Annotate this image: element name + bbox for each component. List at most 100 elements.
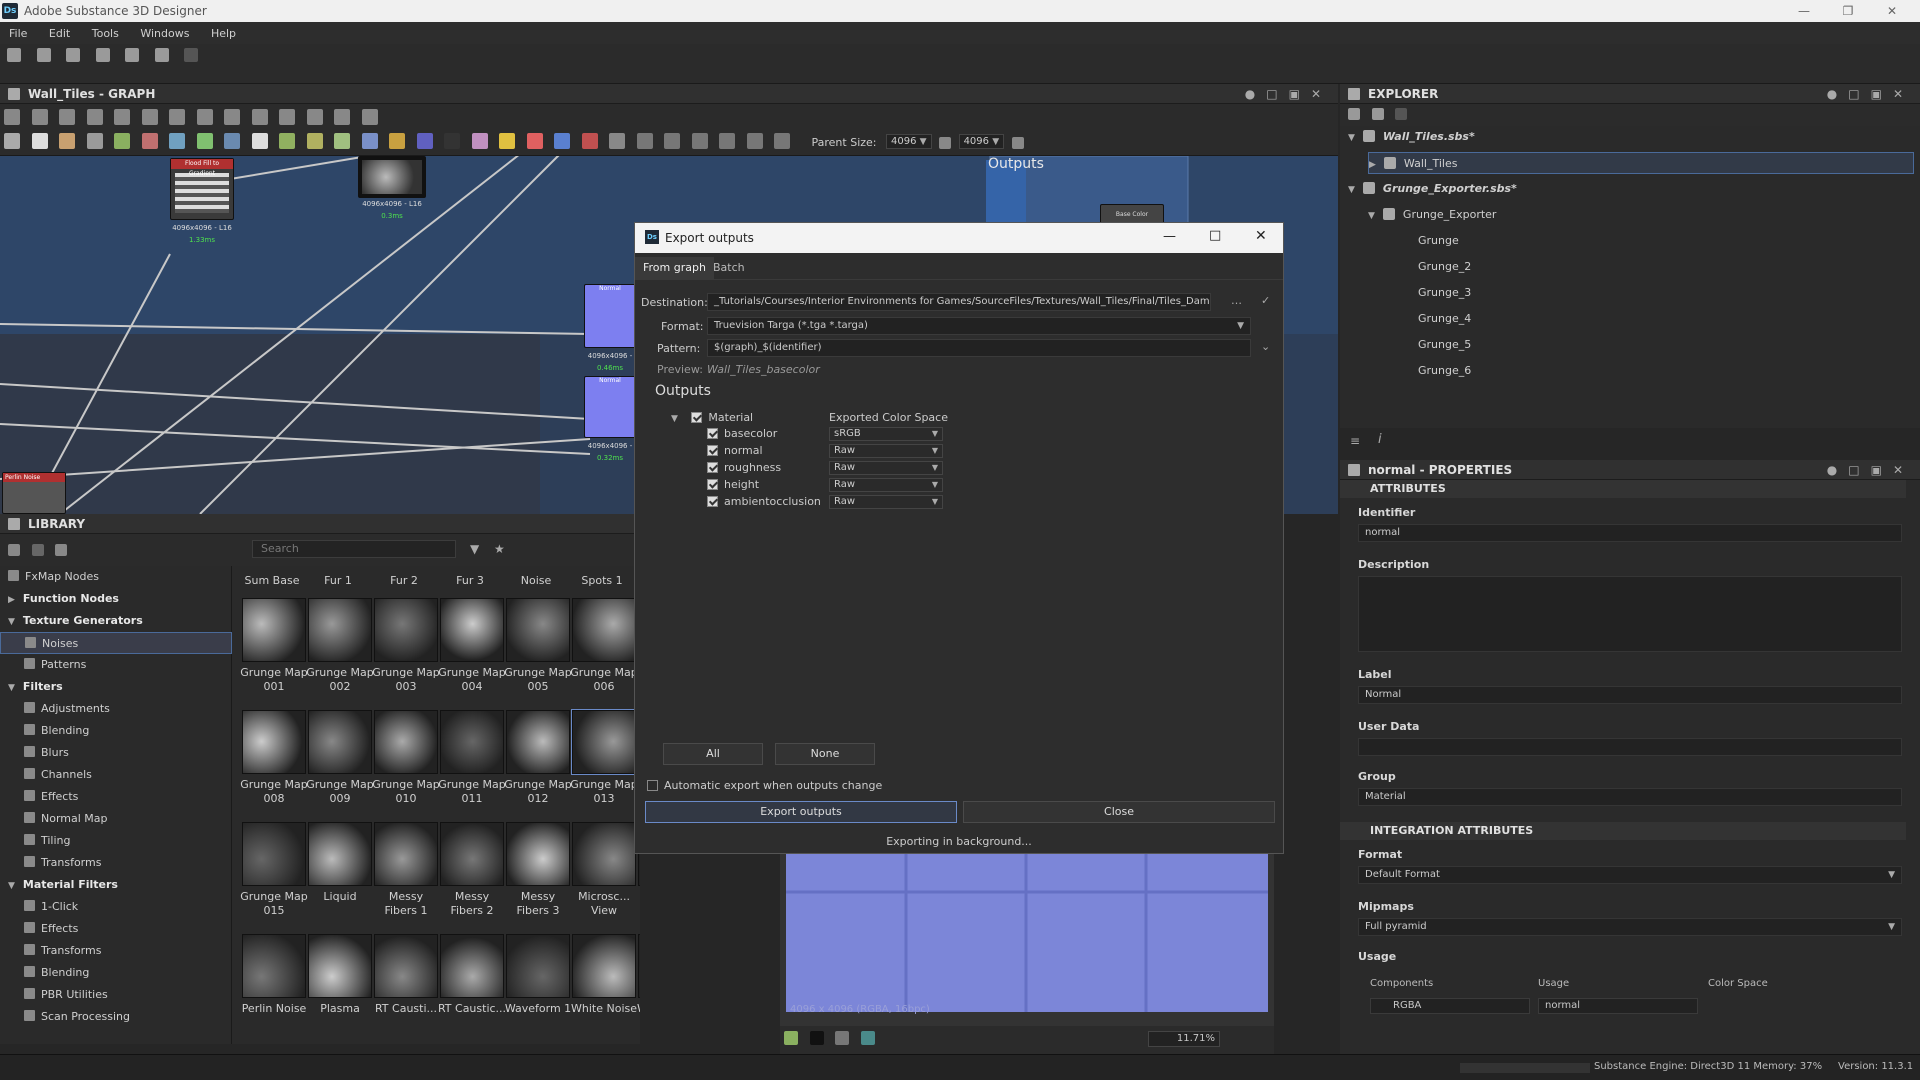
colorspace-select[interactable]: Raw ▼ <box>829 461 943 475</box>
output-checkbox[interactable] <box>707 496 718 507</box>
library-tree-item[interactable]: ▼ Filters <box>0 676 232 698</box>
export-icon[interactable] <box>1371 108 1384 120</box>
library-tree-item[interactable]: Effects <box>0 918 232 940</box>
comment-icon[interactable] <box>636 133 653 149</box>
frame-node-icon[interactable] <box>664 133 680 149</box>
curve-node-icon[interactable] <box>86 133 103 149</box>
redo-icon[interactable] <box>184 48 198 62</box>
reset-icon[interactable] <box>1011 137 1024 149</box>
graph-node[interactable] <box>358 156 426 198</box>
pixel-node-icon[interactable] <box>306 133 323 149</box>
branch-icon[interactable] <box>251 109 268 125</box>
library-tree-item[interactable]: Blending <box>0 962 232 984</box>
library-tree-item[interactable]: Channels <box>0 764 232 786</box>
all-button[interactable]: All <box>663 743 763 765</box>
format-select[interactable]: Default Format ▼ <box>1358 866 1902 884</box>
userdata-field[interactable] <box>1358 738 1902 756</box>
library-item-thumbnail[interactable] <box>308 598 372 662</box>
save-icon[interactable] <box>1348 108 1360 120</box>
text-node-icon[interactable] <box>499 133 515 149</box>
mipmaps-select[interactable]: Full pyramid ▼ <box>1358 918 1902 936</box>
library-tree-item[interactable]: FxMap Nodes <box>0 566 232 588</box>
new-graph-icon[interactable] <box>36 48 51 62</box>
settings-icon[interactable] <box>31 544 44 556</box>
close-icon[interactable]: ✕ <box>1255 228 1267 244</box>
library-item-thumbnail[interactable] <box>374 934 438 998</box>
output-checkbox[interactable] <box>707 462 718 473</box>
explorer-item[interactable]: Grunge_6 <box>1388 360 1914 382</box>
blend-node-icon[interactable] <box>169 133 185 149</box>
library-item-thumbnail[interactable] <box>638 934 640 998</box>
chevron-right-icon[interactable]: ▶ <box>1369 160 1376 170</box>
auto-export-row[interactable]: Automatic export when outputs change <box>647 779 882 792</box>
description-field[interactable] <box>1358 576 1902 652</box>
library-item-thumbnail[interactable] <box>374 598 438 662</box>
library-item-thumbnail[interactable] <box>440 934 504 998</box>
colorspace-select[interactable]: sRGB ▼ <box>829 427 943 441</box>
library-item-thumbnail[interactable] <box>506 710 570 774</box>
library-tree-item[interactable]: Noises <box>0 632 232 654</box>
library-item-thumbnail[interactable] <box>571 709 637 775</box>
library-tree-item[interactable]: ▼ Material Filters <box>0 874 232 896</box>
info-icon[interactable] <box>86 109 103 125</box>
parent-size-select[interactable]: 4096 ▼ <box>886 134 932 149</box>
none-button[interactable]: None <box>775 743 875 765</box>
library-tree-item[interactable]: Tiling <box>0 830 232 852</box>
output-checkbox[interactable] <box>707 479 718 490</box>
material-checkbox[interactable] <box>691 412 703 423</box>
library-search-input[interactable]: Search <box>252 540 456 558</box>
pinned-icon[interactable] <box>774 133 790 149</box>
components-select[interactable]: RGBA <box>1370 998 1530 1014</box>
dot-icon[interactable] <box>746 133 763 149</box>
menu-edit[interactable]: Edit <box>40 22 79 40</box>
snapshot-icon[interactable] <box>334 109 350 125</box>
group-field[interactable]: Material <box>1358 788 1902 806</box>
explorer-panel-controls[interactable]: ●□▣✕ <box>1827 87 1914 101</box>
library-tree-item[interactable]: Blurs <box>0 742 232 764</box>
colorspace-select[interactable]: Raw ▼ <box>829 444 943 458</box>
connect-icon[interactable] <box>224 109 240 125</box>
integration-section[interactable]: INTEGRATION ATTRIBUTES <box>1340 822 1906 840</box>
library-tree-item[interactable]: Effects <box>0 786 232 808</box>
maximize-icon[interactable]: □ <box>1209 228 1221 243</box>
gradient-node-icon[interactable] <box>114 133 130 149</box>
new-resource-icon[interactable] <box>66 48 80 62</box>
library-item-thumbnail[interactable] <box>374 822 438 886</box>
explorer-item[interactable]: ▼ Grunge_Exporter <box>1368 204 1914 226</box>
chevron-down-icon[interactable]: ▼ <box>1368 211 1375 221</box>
graph-node[interactable]: Flood Fill to Gradient <box>170 158 234 220</box>
svg-node-icon[interactable] <box>526 133 543 149</box>
gradient-map-icon[interactable] <box>334 133 350 149</box>
explorer-item[interactable]: Grunge <box>1388 230 1914 252</box>
library-item-thumbnail[interactable] <box>242 822 306 886</box>
black-bg-icon[interactable] <box>809 1031 824 1045</box>
size2-select[interactable]: 4096 ▼ <box>958 134 1005 149</box>
fxmap-node-icon[interactable] <box>279 133 295 149</box>
format-select[interactable]: Truevision Targa (*.tga *.targa) ▼ <box>707 317 1251 335</box>
minimize-icon[interactable]: — <box>1784 2 1824 20</box>
save-icon[interactable] <box>125 48 139 62</box>
info-icon[interactable]: i <box>1378 432 1382 447</box>
close-icon[interactable]: ✕ <box>1872 2 1912 20</box>
library-item-thumbnail[interactable] <box>374 710 438 774</box>
pencil-icon[interactable] <box>55 544 67 556</box>
explorer-item[interactable]: Grunge_3 <box>1388 282 1914 304</box>
check-icon[interactable]: ✓ <box>1261 294 1270 307</box>
explorer-item[interactable]: Grunge_5 <box>1388 334 1914 356</box>
library-item-thumbnail[interactable] <box>506 822 570 886</box>
emboss-node-icon[interactable] <box>416 133 433 149</box>
export-outputs-button[interactable]: Export outputs <box>645 801 957 823</box>
restore-icon[interactable]: ❐ <box>1828 2 1868 20</box>
library-item-thumbnail[interactable] <box>242 934 306 998</box>
transform-node-icon[interactable] <box>224 133 240 149</box>
close-button[interactable]: Close <box>963 801 1275 823</box>
colorspace-select[interactable]: Raw ▼ <box>829 478 943 492</box>
library-tree-item[interactable]: Scan Processing <box>0 1006 232 1028</box>
colorspace-select[interactable]: Raw ▼ <box>829 495 943 509</box>
library-item-thumbnail[interactable] <box>308 822 372 886</box>
search-icon[interactable] <box>114 109 130 125</box>
camera-icon[interactable] <box>59 109 75 125</box>
normal-node-icon[interactable] <box>361 133 378 149</box>
library-item-thumbnail[interactable] <box>572 934 636 998</box>
label-field[interactable]: Normal <box>1358 686 1902 704</box>
